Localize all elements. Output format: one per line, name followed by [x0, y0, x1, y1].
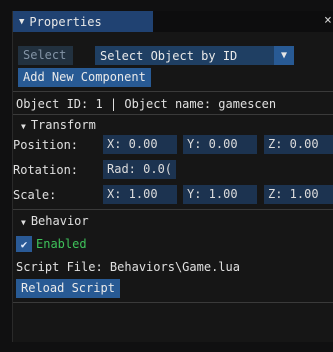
properties-window: ▼ Properties × Select Select Object by I… [12, 11, 333, 342]
select-mode-combo[interactable]: Select Object by ID ▼ [95, 46, 294, 65]
properties-tab[interactable]: ▼ Properties [13, 11, 153, 32]
add-component-button[interactable]: Add New Component [18, 68, 151, 87]
script-file-text: Script File: Behaviors\Game.lua [16, 260, 240, 274]
checkmark-icon: ✔ [20, 237, 28, 251]
close-icon[interactable]: × [324, 13, 333, 28]
divider [13, 114, 333, 115]
position-x-field[interactable]: X: 0.00 [103, 135, 177, 154]
object-info-text: Object ID: 1 | Object name: gamescen [16, 97, 277, 111]
scale-z-field[interactable]: Z: 1.00 [264, 185, 333, 204]
scale-label: Scale: [13, 188, 57, 202]
title-bar: ▼ Properties × [13, 11, 333, 32]
triangle-down-icon: ▼ [21, 122, 26, 131]
divider [13, 91, 333, 92]
rotation-rad-field[interactable]: Rad: 0.0( [103, 160, 176, 179]
select-toolbar: Select Select Object by ID ▼ [13, 46, 333, 65]
select-mode-value: Select Object by ID [100, 48, 238, 63]
behavior-header-label: Behavior [30, 214, 89, 228]
enabled-label: Enabled [36, 237, 87, 251]
transform-header[interactable]: ▼ Transform [21, 118, 96, 132]
triangle-down-icon[interactable]: ▼ [19, 17, 24, 27]
scale-x-field[interactable]: X: 1.00 [103, 185, 177, 204]
window-title: Properties [29, 14, 102, 29]
transform-header-label: Transform [30, 118, 96, 132]
select-button[interactable]: Select [18, 46, 73, 65]
enabled-checkbox[interactable]: ✔ [16, 236, 32, 252]
divider [13, 302, 333, 303]
position-y-field[interactable]: Y: 0.00 [183, 135, 257, 154]
divider [13, 209, 333, 210]
position-z-field[interactable]: Z: 0.00 [264, 135, 333, 154]
rotation-label: Rotation: [13, 163, 79, 177]
scale-y-field[interactable]: Y: 1.00 [183, 185, 257, 204]
triangle-down-icon: ▼ [21, 218, 26, 227]
reload-script-button[interactable]: Reload Script [16, 279, 120, 298]
behavior-header[interactable]: ▼ Behavior [21, 214, 89, 228]
position-label: Position: [13, 138, 79, 152]
chevron-down-icon[interactable]: ▼ [274, 46, 294, 65]
